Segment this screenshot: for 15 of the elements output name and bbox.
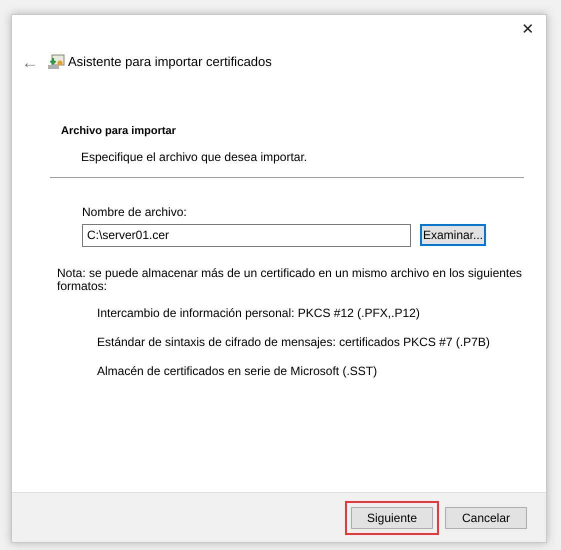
format-item: Intercambio de información personal: PKCS #12 (.PFX,.P12) — [97, 304, 421, 322]
format-item: Estándar de sintaxis de cifrado de mensajes: certificados PKCS #7 (.P7B) — [97, 334, 491, 350]
field-label: Nombre de archivo: — [82, 204, 188, 220]
cancel-button[interactable]: Cancelar — [445, 506, 527, 528]
close-button[interactable]: ✕ — [510, 15, 546, 45]
certificate-icon — [47, 54, 65, 70]
note-text: Nota: se puede almacenar más de un certificado en un mismo archivo en los siguientes formatos: — [56, 264, 523, 292]
window-title: Asistente para importar certificados — [68, 53, 272, 72]
back-button[interactable]: ← — [19, 54, 41, 70]
page-subtitle: Especifique el archivo que desea importar. — [81, 148, 308, 166]
file-name-field[interactable]: C:\server01.cer — [82, 224, 411, 246]
page-heading: Archivo para importar — [61, 124, 177, 139]
next-button[interactable]: Siguiente — [351, 506, 433, 528]
browse-button[interactable]: Examinar... — [420, 224, 486, 246]
format-item: Almacén de certificados en serie de Microsoft (.SST) — [97, 362, 378, 380]
